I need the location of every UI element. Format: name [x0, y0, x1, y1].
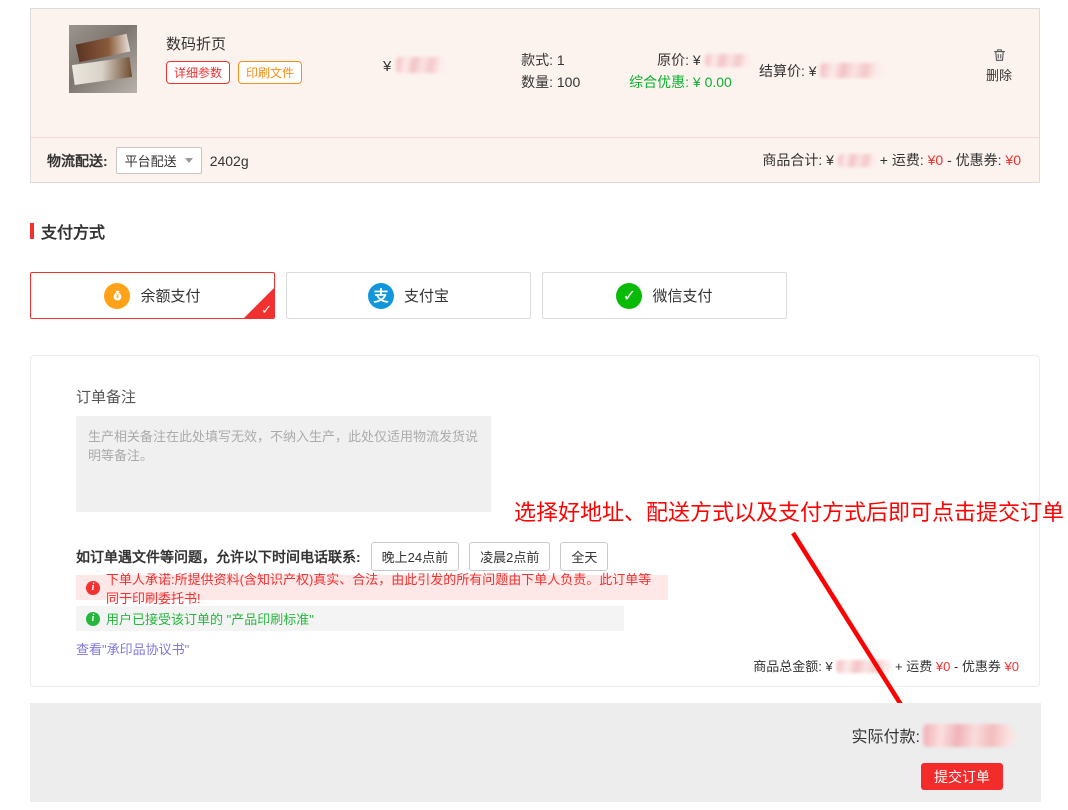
total-shipping-value: ¥0	[936, 659, 950, 674]
style-row: 款式: 1	[483, 49, 580, 71]
shipping-label: + 运费:	[880, 152, 924, 168]
subtotal-label: 商品合计:	[762, 152, 822, 168]
qty-value: 100	[557, 74, 580, 90]
product-tags: 详细参数 印刷文件	[166, 61, 302, 84]
total-coupon-value: ¥0	[1005, 659, 1019, 674]
payment-option-wechat[interactable]: ✓ 微信支付	[542, 272, 787, 319]
style-label: 款式:	[483, 49, 553, 71]
spec-column: 款式: 1 数量: 100	[483, 49, 580, 93]
chevron-down-icon	[185, 158, 193, 163]
discount-row: 综合优惠: ¥ 0.00	[597, 71, 750, 93]
detail-params-button[interactable]: 详细参数	[166, 61, 230, 84]
settlement-label: 结算价:	[759, 63, 805, 79]
shipping-value: ¥0	[928, 152, 944, 168]
currency-symbol: ¥	[693, 52, 701, 68]
order-note-label: 订单备注	[76, 386, 136, 407]
contact-time-before-2am[interactable]: 凌晨2点前	[469, 542, 550, 571]
checkout-bar: 实际付款: 提交订单	[30, 703, 1041, 802]
redacted-price	[396, 57, 444, 73]
redacted-price	[820, 63, 882, 78]
order-note-input[interactable]	[76, 416, 491, 512]
payment-option-balance[interactable]: ¥ 余额支付 ✓	[30, 272, 275, 319]
delivery-method-select[interactable]: 平台配送	[116, 147, 202, 174]
payment-section-title: 支付方式	[41, 219, 105, 243]
svg-text:¥: ¥	[116, 294, 119, 300]
accept-notice-text: 用户已接受该订单的 "产品印刷标准"	[106, 609, 314, 628]
contact-time-label: 如订单遇文件等问题，允许以下时间电话联系:	[76, 547, 361, 567]
discount-label: 综合优惠:	[597, 71, 689, 93]
tutorial-annotation: 选择好地址、配送方式以及支付方式后即可点击提交订单	[514, 495, 1064, 527]
agreement-link[interactable]: 查看"承印品协议书"	[76, 639, 189, 658]
logistics-row: 物流配送: 平台配送 2402g 商品合计: ¥ + 运费: ¥0 - 优惠券:…	[31, 137, 1039, 182]
order-total-label: 商品总金额:	[753, 659, 822, 674]
currency-symbol: ¥	[383, 58, 391, 75]
print-file-button[interactable]: 印刷文件	[238, 61, 302, 84]
order-checkout-page: 数码折页 详细参数 印刷文件 ¥ 款式: 1 数量: 100 原价: ¥ 综合优…	[0, 0, 1068, 810]
money-bag-icon: ¥	[104, 283, 130, 309]
alipay-icon: 支	[368, 283, 394, 309]
delivery-method-value: 平台配送	[125, 151, 177, 170]
subtotal-group: 商品合计: ¥ + 运费: ¥0 - 优惠券: ¥0	[762, 150, 1021, 170]
redacted-payment-amount	[923, 724, 1015, 747]
original-price-label: 原价:	[597, 49, 689, 71]
product-row: 数码折页 详细参数 印刷文件 ¥ 款式: 1 数量: 100 原价: ¥ 综合优…	[31, 9, 1039, 139]
actual-payment-row: 实际付款:	[852, 723, 1015, 747]
promise-notice: i 下单人承诺:所提供资料(含知识产权)真实、合法，由此引发的所有问题由下单人负…	[76, 575, 668, 600]
payment-option-label: 支付宝	[404, 285, 449, 306]
order-total-row: 商品总金额: ¥ + 运费 ¥0 - 优惠券 ¥0	[753, 656, 1019, 675]
promise-notice-text: 下单人承诺:所提供资料(含知识产权)真实、合法，由此引发的所有问题由下单人负责。…	[106, 569, 658, 607]
payment-section-header: 支付方式	[30, 219, 105, 243]
payment-option-alipay[interactable]: 支 支付宝	[286, 272, 531, 319]
cart-item-card: 数码折页 详细参数 印刷文件 ¥ 款式: 1 数量: 100 原价: ¥ 综合优…	[30, 8, 1040, 183]
contact-time-before-24[interactable]: 晚上24点前	[371, 542, 459, 571]
info-icon: i	[86, 612, 100, 626]
currency-symbol: ¥	[809, 63, 817, 79]
alipay-glyph: 支	[373, 285, 388, 306]
submit-order-button[interactable]: 提交订单	[921, 763, 1003, 790]
original-price-row: 原价: ¥	[597, 49, 750, 71]
currency-symbol: ¥	[826, 659, 833, 674]
check-icon: ✓	[261, 302, 272, 318]
delivery-group: 物流配送: 平台配送 2402g	[47, 147, 249, 174]
product-thumbnail[interactable]	[69, 25, 137, 93]
discount-value: ¥ 0.00	[693, 74, 732, 90]
payment-option-label: 微信支付	[652, 285, 712, 306]
payment-option-label: 余额支付	[140, 285, 200, 306]
redacted-price	[836, 660, 891, 673]
delete-item-button[interactable]: 删除	[969, 47, 1029, 84]
qty-row: 数量: 100	[483, 71, 580, 93]
price-column: 原价: ¥ 综合优惠: ¥ 0.00	[597, 49, 750, 93]
accept-notice: i 用户已接受该订单的 "产品印刷标准"	[76, 606, 624, 631]
redacted-price	[705, 54, 750, 67]
check-glyph: ✓	[623, 286, 636, 306]
currency-symbol: ¥	[826, 152, 834, 168]
package-weight: 2402g	[210, 153, 249, 169]
delete-label: 删除	[986, 68, 1012, 83]
product-title[interactable]: 数码折页	[166, 33, 226, 54]
unit-price: ¥	[383, 57, 444, 75]
total-coupon-label: - 优惠券	[954, 659, 1001, 674]
trash-icon	[992, 47, 1007, 63]
contact-time-all-day[interactable]: 全天	[560, 542, 608, 571]
total-shipping-label: + 运费	[895, 659, 932, 674]
info-icon: i	[86, 581, 100, 595]
redacted-price	[838, 154, 876, 167]
wechat-pay-icon: ✓	[616, 283, 642, 309]
coupon-label: - 优惠券:	[947, 152, 1001, 168]
settlement-price: 结算价: ¥	[759, 61, 882, 81]
delivery-label: 物流配送:	[47, 151, 108, 171]
style-value: 1	[557, 52, 565, 68]
coupon-value: ¥0	[1005, 152, 1021, 168]
actual-payment-label: 实际付款:	[852, 723, 920, 747]
contact-time-row: 如订单遇文件等问题，允许以下时间电话联系: 晚上24点前 凌晨2点前 全天	[76, 542, 608, 571]
qty-label: 数量:	[483, 71, 553, 93]
section-accent-bar	[30, 223, 34, 239]
